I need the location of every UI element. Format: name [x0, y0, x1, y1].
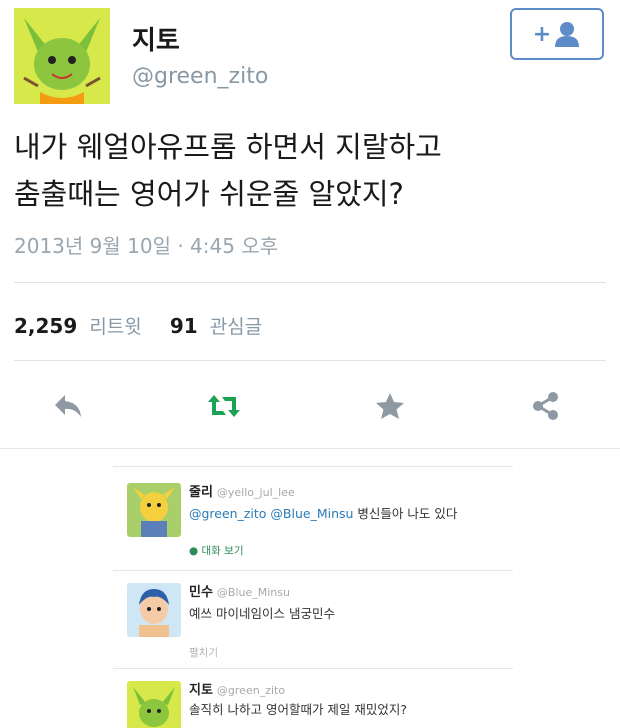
retweet-count[interactable]: 2,259: [14, 314, 77, 338]
reply-text: @green_zito @Blue_Minsu 병신들아 나도 있다: [189, 503, 457, 522]
user-handle[interactable]: @green_zito: [132, 64, 268, 89]
avatar[interactable]: [127, 681, 181, 728]
blue-hair-character-avatar-icon: [127, 583, 181, 637]
tweet-text-line: 내가 웨얼아유프롬 하면서 지랄하고: [14, 130, 442, 164]
reply-author-name[interactable]: 민수: [189, 585, 213, 600]
divider: [14, 360, 606, 361]
conversation-bubble-icon: ●: [189, 545, 199, 557]
avatar[interactable]: [127, 583, 181, 637]
reply-item[interactable]: 민수 @Blue_Minsu 예쓰 마이네임이스 냄궁민수 펼치기: [113, 570, 513, 668]
reply-header: 지토 @green_zito: [189, 679, 285, 698]
reply-button[interactable]: [44, 382, 92, 430]
favorite-button[interactable]: [366, 382, 414, 430]
main-tweet: 지토 @green_zito + 내가 웨얼아유프롬 하면서 지랄하고 춤출때는…: [0, 0, 620, 448]
follow-person-icon: [555, 22, 580, 47]
reply-item[interactable]: 지토 @green_zito 솔직히 나하고 영어할때가 제일 재밌었지?: [113, 668, 513, 728]
section-divider: [0, 448, 620, 449]
reply-text: 예쓰 마이네임이스 냄궁민수: [189, 606, 335, 621]
tweet-text: 내가 웨얼아유프롬 하면서 지랄하고 춤출때는 영어가 쉬운줄 알았지?: [14, 124, 604, 218]
tweet-text-line: 춤출때는 영어가 쉬운줄 알았지?: [14, 177, 404, 211]
yellow-character-avatar-icon: [127, 483, 181, 537]
share-icon: [533, 392, 558, 420]
retweet-button[interactable]: [200, 382, 248, 430]
follow-button[interactable]: +: [510, 8, 604, 60]
reply-body: 병신들아 나도 있다: [353, 506, 458, 521]
retweet-icon: [208, 395, 240, 417]
share-button[interactable]: [522, 382, 570, 430]
reply-header: 민수 @Blue_Minsu: [189, 581, 290, 600]
tweet-timestamp[interactable]: 2013년 9월 10일 · 4:45 오후: [14, 230, 278, 259]
avatar[interactable]: [127, 483, 181, 537]
view-conversation-link[interactable]: ● 대화 보기: [189, 543, 244, 558]
tweet-actions: [0, 382, 620, 430]
reply-header: 줄리 @yello_jul_lee: [189, 481, 295, 500]
goblin-avatar-icon: [127, 681, 181, 728]
display-name[interactable]: 지토: [132, 20, 180, 57]
reply-thread: 줄리 @yello_jul_lee @green_zito @Blue_Minsu…: [113, 466, 513, 728]
reply-icon: [55, 395, 81, 417]
reply-text: 솔직히 나하고 영어할때가 제일 재밌었지?: [189, 702, 408, 717]
reply-author-name[interactable]: 줄리: [189, 485, 213, 500]
avatar[interactable]: [14, 8, 110, 104]
star-icon: [376, 393, 404, 419]
retweet-count-label: 리트윗: [89, 316, 142, 338]
divider: [14, 282, 606, 283]
reply-author-handle[interactable]: @Blue_Minsu: [217, 586, 290, 599]
goblin-avatar-icon: [14, 8, 110, 104]
reply-author-handle[interactable]: @green_zito: [217, 684, 285, 697]
tweet-stats: 2,259 리트윗 91 관심글: [14, 312, 262, 339]
reply-mentions[interactable]: @green_zito @Blue_Minsu: [189, 506, 353, 521]
expand-link[interactable]: 펼치기: [189, 645, 218, 660]
favorite-count[interactable]: 91: [170, 314, 198, 338]
reply-author-name[interactable]: 지토: [189, 683, 213, 698]
reply-item[interactable]: 줄리 @yello_jul_lee @green_zito @Blue_Minsu…: [113, 466, 513, 570]
reply-author-handle[interactable]: @yello_jul_lee: [217, 486, 295, 499]
follow-plus: +: [532, 21, 552, 47]
favorite-count-label: 관심글: [209, 316, 263, 338]
